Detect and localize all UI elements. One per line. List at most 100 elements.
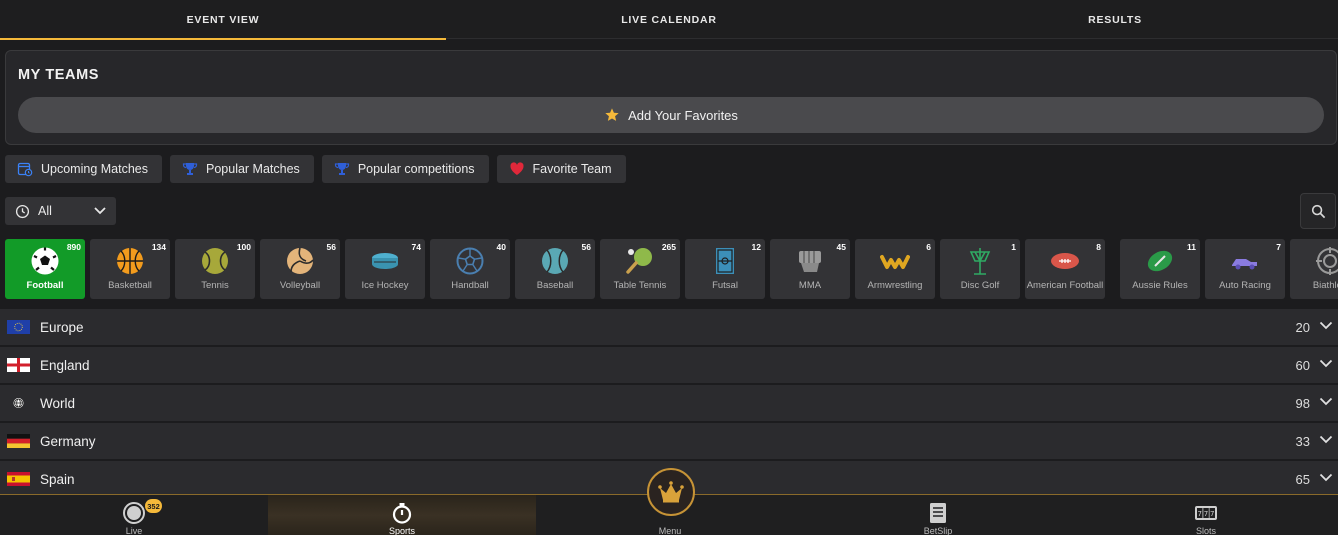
country-row-europe[interactable]: Europe 20 [0,309,1338,345]
trophy-icon [334,163,349,175]
sport-tennis[interactable]: 100 Tennis [175,239,255,299]
heart-icon [509,162,524,175]
nav-betslip[interactable]: BetSlip [804,495,1072,535]
sport-count: 134 [151,242,166,252]
spain-flag-icon [7,472,30,486]
eu-flag-icon [7,320,30,334]
sport-name: Table Tennis [613,280,667,291]
search-button[interactable] [1300,193,1336,229]
country-row-england[interactable]: England 60 [0,347,1338,383]
sport-name: Baseball [536,280,574,291]
sport-count: 11 [1187,242,1196,252]
country-count: 33 [1295,433,1310,449]
country-row-world[interactable]: World 98 [0,385,1338,421]
sport-name: Aussie Rules [1132,280,1188,291]
upcoming-matches-label: Upcoming Matches [41,162,148,176]
sport-aussie-rules[interactable]: 11 Aussie Rules [1120,239,1200,299]
sport-auto-racing[interactable]: 7 Auto Racing [1205,239,1285,299]
betslip-icon [930,503,946,523]
disc-golf-icon [969,248,991,275]
sport-name: American Football [1026,280,1104,291]
popular-matches-chip[interactable]: Popular Matches [170,155,314,183]
sport-count: 40 [496,242,506,252]
favorite-team-chip[interactable]: Favorite Team [496,155,626,183]
sport-count: 45 [836,242,846,252]
sport-name: Tennis [201,280,229,291]
sport-count: 56 [326,242,336,252]
nav-label: Menu [658,526,682,535]
sport-volleyball[interactable]: 56 Volleyball [260,239,340,299]
sport-armwrestling[interactable]: 6 Armwrestling [855,239,935,299]
tennis-icon [202,248,228,274]
chevron-down-icon [1319,359,1333,368]
american-football-icon [1051,253,1079,269]
upcoming-matches-chip[interactable]: Upcoming Matches [5,155,162,183]
sport-count: 265 [661,242,676,252]
country-name: Europe [40,319,84,335]
sport-basketball[interactable]: 134 Basketball [90,239,170,299]
country-name: World [40,395,76,411]
country-row-germany[interactable]: Germany 33 [0,423,1338,459]
sport-mma[interactable]: 45 MMA [770,239,850,299]
sport-biathlon[interactable]: Biathlon [1290,239,1338,299]
popular-competitions-chip[interactable]: Popular competitions [321,155,489,183]
chevron-down-icon [1319,321,1333,330]
mma-icon [799,251,821,272]
chevron-down-icon [1319,473,1333,482]
sport-name: Futsal [712,280,738,291]
sport-football[interactable]: 890 Football [5,239,85,299]
sport-handball[interactable]: 40 Handball [430,239,510,299]
nav-label: Live [125,526,143,535]
tab-event-view[interactable]: EVENT VIEW [0,0,446,40]
table-tennis-icon [626,248,652,274]
stopwatch-icon [392,503,412,524]
sport-baseball[interactable]: 56 Baseball [515,239,595,299]
live-count-badge: 352 [145,499,162,513]
sport-count: 12 [751,242,761,252]
sport-futsal[interactable]: 12 Futsal [685,239,765,299]
sport-name: MMA [798,280,822,291]
sport-name: Basketball [108,280,152,291]
sport-name: Disc Golf [960,280,1000,291]
country-name: Spain [40,471,75,487]
menu-button[interactable] [647,468,695,516]
clock-icon [15,204,30,218]
nav-live[interactable]: 352 Live [0,495,268,535]
sport-count: 56 [581,242,591,252]
chevron-down-icon [94,207,106,215]
england-flag-icon [7,358,30,372]
biathlon-icon [1316,247,1338,275]
add-favorites-button[interactable]: Add Your Favorites [18,97,1324,133]
globe-icon [13,398,24,408]
volleyball-icon [287,247,314,274]
tab-live-calendar[interactable]: LIVE CALENDAR [446,0,892,39]
my-teams-title: MY TEAMS [18,67,100,83]
sports-strip: 890 Football 134 Basketball 100 Tennis 5… [5,239,1338,299]
baseball-icon [542,248,568,274]
armwrestling-icon [880,255,910,269]
sport-count: 1 [1011,242,1016,252]
basketball-icon [117,248,143,274]
sport-disc-golf[interactable]: 1 Disc Golf [940,239,1020,299]
time-filter-select[interactable]: All [5,197,116,225]
handball-icon [456,247,484,275]
nav-sports[interactable]: Sports [268,495,536,535]
sport-count: 6 [926,242,931,252]
nav-slots[interactable]: 777 Slots [1072,495,1338,535]
futsal-icon [716,248,734,274]
filter-chips: Upcoming Matches Popular Matches Popular… [5,155,626,183]
sport-table-tennis[interactable]: 265 Table Tennis [600,239,680,299]
add-favorites-label: Add Your Favorites [628,107,738,123]
sport-name: Volleyball [279,280,321,291]
nav-label: BetSlip [923,526,953,535]
svg-text:7: 7 [1210,510,1214,518]
sport-american-football[interactable]: 8 American Football [1025,239,1105,299]
sport-ice-hockey[interactable]: 74 Ice Hockey [345,239,425,299]
tab-results[interactable]: RESULTS [892,0,1338,39]
country-name: England [40,357,90,373]
sport-count: 74 [411,242,421,252]
calendar-clock-icon [17,162,33,177]
star-icon [605,108,619,121]
germany-flag-icon [7,434,30,448]
time-filter-value: All [38,204,52,218]
